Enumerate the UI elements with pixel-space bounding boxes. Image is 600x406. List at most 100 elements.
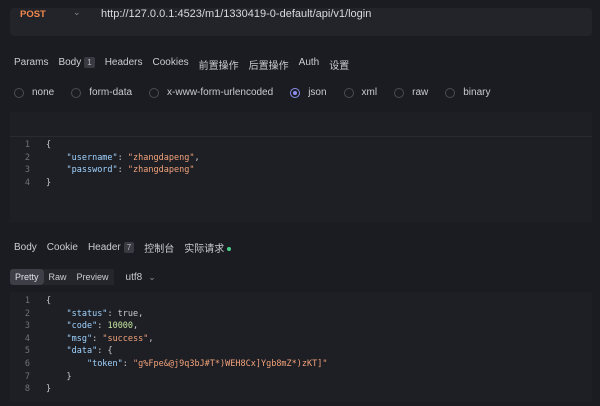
radio-label: xml: [361, 87, 378, 98]
radio-circle: [71, 87, 82, 98]
radio-label: x-www-form-urlencoded: [167, 87, 274, 98]
code-line: }: [46, 177, 52, 188]
code-line: }: [46, 371, 72, 382]
method-selector[interactable]: POST: [20, 9, 46, 20]
tab-label: 实际请求: [184, 244, 225, 255]
tab-pre-processors[interactable]: 前置操作: [199, 57, 239, 72]
json-punct: [46, 359, 87, 369]
line-number: 1: [24, 296, 30, 306]
radio-json[interactable]: json: [290, 87, 327, 98]
json-key: "code": [66, 321, 98, 332]
line-number: 3: [24, 321, 30, 332]
json-key: "status": [66, 308, 108, 319]
line-number: 2: [24, 152, 30, 163]
body-type-radios: none form-data x-www-form-urlencoded jso…: [14, 87, 507, 98]
tab-response-cookie[interactable]: Cookie: [47, 242, 78, 253]
tab-label: Body: [58, 57, 82, 68]
tab-body[interactable]: Body 1: [58, 57, 95, 72]
tab-label: 后置操作: [248, 61, 289, 72]
tab-params[interactable]: Params: [14, 57, 48, 72]
tab-response-header[interactable]: Header 7: [87, 242, 135, 253]
json-punct: true,: [112, 308, 144, 319]
json-punct: ,: [133, 321, 139, 332]
radio-form-data[interactable]: form-data: [71, 87, 132, 98]
code-line: "code": 10000,: [46, 321, 138, 331]
status-dot-icon: [227, 247, 232, 252]
response-tabs: Body Cookie Header 7 控制台 实际请求: [14, 240, 241, 255]
code-line: }: [46, 384, 52, 395]
tab-label: Cookie: [46, 242, 78, 253]
encoding-select[interactable]: utf8: [126, 272, 143, 283]
code-line: "password": "zhangdapeng": [46, 165, 194, 175]
json-punct: ,: [194, 152, 200, 163]
json-string: "success": [102, 333, 149, 344]
tab-response-body[interactable]: Body: [14, 242, 37, 253]
tab-label: Header: [87, 242, 121, 253]
radio-label: none: [32, 87, 55, 98]
line-number: 1: [24, 140, 30, 150]
radio-circle: [14, 87, 24, 98]
tab-actual-request[interactable]: 实际请求: [184, 240, 232, 255]
json-punct: [46, 153, 66, 163]
tab-settings[interactable]: 设置: [329, 57, 349, 72]
radio-circle-selected: [290, 87, 301, 98]
radio-xml[interactable]: xml: [343, 87, 378, 98]
request-body-editor[interactable]: 1 2 3 4 { "username": "zhangdapeng", "pa…: [10, 112, 592, 222]
code-line: "username": "zhangdapeng",: [46, 152, 200, 163]
view-pretty-button[interactable]: Pretty: [10, 269, 44, 285]
tab-console[interactable]: 控制台: [144, 240, 174, 255]
line-number: 7: [24, 371, 30, 382]
chevron-down-icon[interactable]: ⌄: [148, 272, 156, 283]
tab-auth[interactable]: Auth: [299, 57, 320, 72]
radio-binary[interactable]: binary: [445, 87, 490, 98]
view-mode-toggle: Pretty Raw Preview utf8 ⌄: [10, 269, 156, 285]
line-number: 5: [24, 346, 30, 357]
code-line: "token": "g%Fpe&@j9q3bJ#T*)WEH8Cx]Ygb8mZ…: [46, 359, 328, 369]
tab-label: Body: [14, 242, 37, 253]
json-string: "g%Fpe&@j9q3bJ#T*)WEH8Cx]Ygb8mZ*)zKT]": [133, 359, 328, 369]
json-number: 10000: [107, 321, 134, 332]
radio-urlencoded[interactable]: x-www-form-urlencoded: [149, 87, 273, 98]
count-badge: 7: [123, 242, 135, 253]
tab-label: 控制台: [144, 244, 175, 255]
line-number: 2: [24, 308, 30, 319]
json-punct: [46, 165, 66, 175]
divider: [10, 136, 592, 137]
radio-label: form-data: [89, 87, 133, 98]
radio-circle: [394, 87, 405, 98]
tab-label: Headers: [104, 57, 143, 68]
tab-cookies[interactable]: Cookies: [153, 57, 189, 72]
code-line: {: [46, 140, 52, 150]
code-line: "status": true,: [46, 309, 143, 319]
json-key: "username": [66, 152, 118, 163]
count-badge: 1: [84, 57, 95, 68]
radio-circle: [343, 87, 354, 98]
chevron-down-icon[interactable]: ⌄: [73, 7, 81, 18]
json-key: "data": [66, 346, 98, 357]
tab-label: 前置操作: [198, 61, 239, 72]
json-punct: [46, 334, 66, 344]
radio-raw[interactable]: raw: [394, 87, 428, 98]
url-input[interactable]: http://127.0.0.1:4523/m1/1330419-0-defau…: [101, 8, 371, 20]
json-key: "msg": [66, 333, 93, 344]
json-punct: ,: [148, 333, 154, 344]
tab-label: 设置: [329, 61, 350, 72]
json-punct: [46, 346, 66, 356]
tab-headers[interactable]: Headers: [105, 57, 143, 72]
radio-circle: [149, 87, 160, 98]
tab-label: Cookies: [152, 57, 189, 68]
view-raw-button[interactable]: Raw: [43, 269, 72, 285]
tab-post-processors[interactable]: 后置操作: [249, 57, 289, 72]
code-line: {: [46, 296, 52, 306]
view-preview-button[interactable]: Preview: [71, 269, 114, 285]
line-number: 8: [24, 384, 30, 395]
radio-none[interactable]: none: [14, 87, 54, 98]
radio-label: binary: [463, 87, 491, 98]
response-body-viewer: 1 2 3 4 5 6 7 8 { "status": true, "code"…: [10, 292, 592, 402]
json-punct: [46, 321, 66, 331]
tab-label: Auth: [298, 57, 320, 68]
radio-label: raw: [412, 87, 429, 98]
json-string: "zhangdapeng": [127, 152, 195, 163]
request-tabs: Params Body 1 Headers Cookies 前置操作 后置操作 A…: [14, 57, 359, 72]
radio-label: json: [308, 87, 327, 98]
